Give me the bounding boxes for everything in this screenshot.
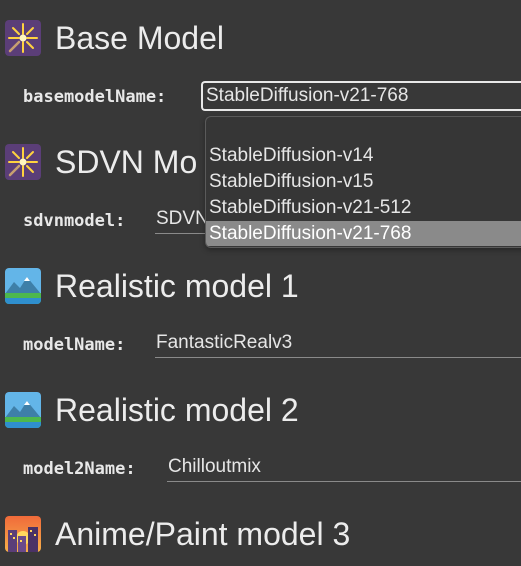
sdvnmodel-label: sdvnmodel: bbox=[23, 211, 126, 231]
landscape-icon bbox=[5, 268, 41, 304]
section-title: SDVN Mo bbox=[55, 144, 198, 180]
dropdown-option[interactable]: StableDiffusion-v21-512 bbox=[206, 195, 521, 220]
model2name-label: model2Name: bbox=[23, 459, 136, 479]
model-dropdown-list[interactable]: StableDiffusion-v14 StableDiffusion-v15 … bbox=[205, 116, 521, 248]
sparkler-icon bbox=[5, 144, 41, 180]
section-title: Base Model bbox=[55, 20, 224, 56]
section-title: Realistic model 1 bbox=[55, 268, 299, 304]
landscape-icon bbox=[5, 392, 41, 428]
model2name-select[interactable]: Chilloutmix bbox=[167, 454, 521, 482]
dropdown-option[interactable]: StableDiffusion-v15 bbox=[206, 169, 521, 194]
section-title: Realistic model 2 bbox=[55, 392, 299, 428]
basemodelname-label: basemodelName: bbox=[23, 87, 167, 107]
dropdown-option[interactable]: StableDiffusion-v14 bbox=[206, 143, 521, 168]
modelname-select[interactable]: FantasticRealv3 bbox=[155, 330, 521, 358]
night-city-icon bbox=[5, 516, 41, 552]
section-title: Anime/Paint model 3 bbox=[55, 516, 351, 552]
dropdown-option-selected[interactable]: StableDiffusion-v21-768 bbox=[206, 221, 521, 246]
sparkler-icon bbox=[5, 20, 41, 56]
modelname-label: modelName: bbox=[23, 335, 126, 355]
basemodelname-select[interactable]: StableDiffusion-v21-768 bbox=[201, 81, 521, 111]
